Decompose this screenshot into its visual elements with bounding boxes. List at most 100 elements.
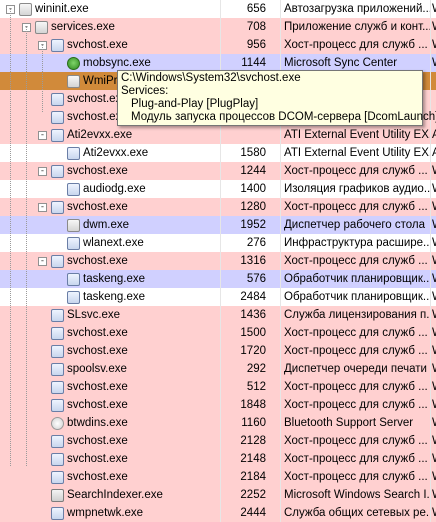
process-row[interactable]: svchost.exe 2128 Хост-процесс для служб ..… [0,432,436,450]
process-icon [51,434,64,448]
bluetooth-process-icon [51,416,64,430]
process-row[interactable]: wlanext.exe 276 Инфраструктура расшире...W [0,234,436,252]
column-separator [220,162,221,180]
column-separator [220,450,221,468]
column-separator [430,378,431,396]
column-separator [280,324,281,342]
process-company-truncated: W [432,252,436,270]
process-company-truncated: W [432,180,436,198]
process-name-cell: -services.exe [22,18,115,36]
process-pid: 1316 [240,255,266,267]
process-row[interactable]: SLsvc.exe 1436 Служба лицензирования п...W [0,306,436,324]
column-separator [220,270,221,288]
process-name: svchost.exe [67,165,128,177]
process-pid: 2444 [240,507,266,519]
process-pid: 1436 [240,309,266,321]
column-separator [280,216,281,234]
collapse-toggle-icon[interactable]: - [38,256,47,266]
process-row[interactable]: svchost.exe 1500 Хост-процесс для служб ..… [0,324,436,342]
process-company-truncated: W [432,432,436,450]
process-row[interactable]: spoolsv.exe 292 Диспетчер очереди печати W [0,360,436,378]
process-name: wlanext.exe [83,237,144,249]
process-name-cell: spoolsv.exe [51,360,127,378]
process-row[interactable]: taskeng.exe 576 Обработчик планировщик...W [0,270,436,288]
process-row[interactable]: svchost.exe 1848 Хост-процесс для служб ..… [0,396,436,414]
process-name: svchost.exe [67,255,128,267]
process-row[interactable]: - svchost.exe 1280 Хост-процесс для служб .… [0,198,436,216]
process-company-truncated: W [432,342,436,360]
process-description: Приложение служб и конт... [284,21,430,33]
sync-center-icon [67,56,80,70]
tooltip-services-heading: Services: [121,85,169,97]
process-icon [51,200,64,214]
process-description: Хост-процесс для служб ... [284,327,428,339]
process-name: Ati2evxx.exe [83,147,149,159]
process-row[interactable]: wmpnetwk.exe 2444 Служба общих сетевых ре.… [0,504,436,522]
column-separator [220,18,221,36]
process-row[interactable]: svchost.exe 2148 Хост-процесс для служб ..… [0,450,436,468]
process-name-cell: audiodg.exe [67,180,146,198]
process-description: Диспетчер очереди печати [284,363,427,375]
process-row[interactable]: svchost.exe 512 Хост-процесс для служб ...… [0,378,436,396]
process-name: spoolsv.exe [67,363,127,375]
column-separator [280,18,281,36]
process-name-cell: btwdins.exe [51,414,128,432]
process-row[interactable]: Ati2evxx.exe 1580 ATI External Event Utili… [0,144,436,162]
process-row[interactable]: - svchost.exe 1244 Хост-процесс для служб .… [0,162,436,180]
process-description: Диспетчер рабочего стола [284,219,426,231]
process-description: Хост-процесс для служб ... [284,453,428,465]
process-row[interactable]: -svchost.exe 956 Хост-процесс для служб ..… [0,36,436,54]
process-row[interactable]: SearchIndexer.exe 2252 Microsoft Windows S… [0,486,436,504]
collapse-toggle-icon[interactable]: - [38,166,47,176]
column-separator [430,234,431,252]
process-pid: 1952 [240,219,266,231]
process-row[interactable]: -services.exe 708 Приложение служб и конт.… [0,18,436,36]
process-name-cell: - svchost.exe [38,162,128,180]
process-pid: 1848 [240,399,266,411]
process-row[interactable]: - svchost.exe 1316 Хост-процесс для служб .… [0,252,436,270]
process-company-truncated: W [432,198,436,216]
process-company-truncated: W [432,468,436,486]
process-description: Хост-процесс для служб ... [284,381,428,393]
process-name: svchost.exe [67,39,128,51]
column-separator [430,342,431,360]
tooltip-service: Plug-and-Play [PlugPlay] [131,98,259,110]
process-icon [51,254,64,268]
process-company-truncated: W [432,288,436,306]
column-separator [280,234,281,252]
process-row[interactable]: svchost.exe 1720 Хост-процесс для служб ..… [0,342,436,360]
column-separator [430,252,431,270]
column-separator [280,360,281,378]
process-name: svchost.exe [67,399,128,411]
column-separator [220,126,221,144]
column-separator [430,144,431,162]
process-company-truncated: W [432,450,436,468]
tree-guide-line [10,9,11,467]
column-separator [430,414,431,432]
process-row[interactable]: audiodg.exe 1400 Изоляция графиков аудио..… [0,180,436,198]
process-row[interactable]: taskeng.exe 2484 Обработчик планировщик...… [0,288,436,306]
column-separator [280,396,281,414]
process-name: dwm.exe [83,219,130,231]
process-name-cell: - Ati2evxx.exe [38,126,132,144]
process-company-truncated: A [432,129,436,141]
process-description: Хост-процесс для служб ... [284,435,428,447]
process-row[interactable]: dwm.exe 1952 Диспетчер рабочего стола W [0,216,436,234]
process-description: Инфраструктура расшире... [284,237,430,249]
column-separator [280,36,281,54]
process-row[interactable]: btwdins.exe 1160 Bluetooth Support Server W [0,414,436,432]
column-separator [220,216,221,234]
process-row[interactable]: svchost.exe 2184 Хост-процесс для служб ..… [0,468,436,486]
process-row[interactable]: - Ati2evxx.exe ATI External Event Utility … [0,126,436,144]
process-name-cell: svchost.exe [51,342,128,360]
column-separator [220,414,221,432]
collapse-toggle-icon[interactable]: - [38,202,47,212]
process-icon [51,362,64,376]
process-name-cell: wmpnetwk.exe [51,504,143,522]
collapse-toggle-icon[interactable]: - [38,130,47,140]
column-separator [220,324,221,342]
column-separator [280,486,281,504]
process-name-cell: -svchost.exe [38,36,128,54]
process-name: svchost.exe [67,471,128,483]
process-row[interactable]: -wininit.exe 656 Автозагрузка приложений..… [0,0,436,18]
